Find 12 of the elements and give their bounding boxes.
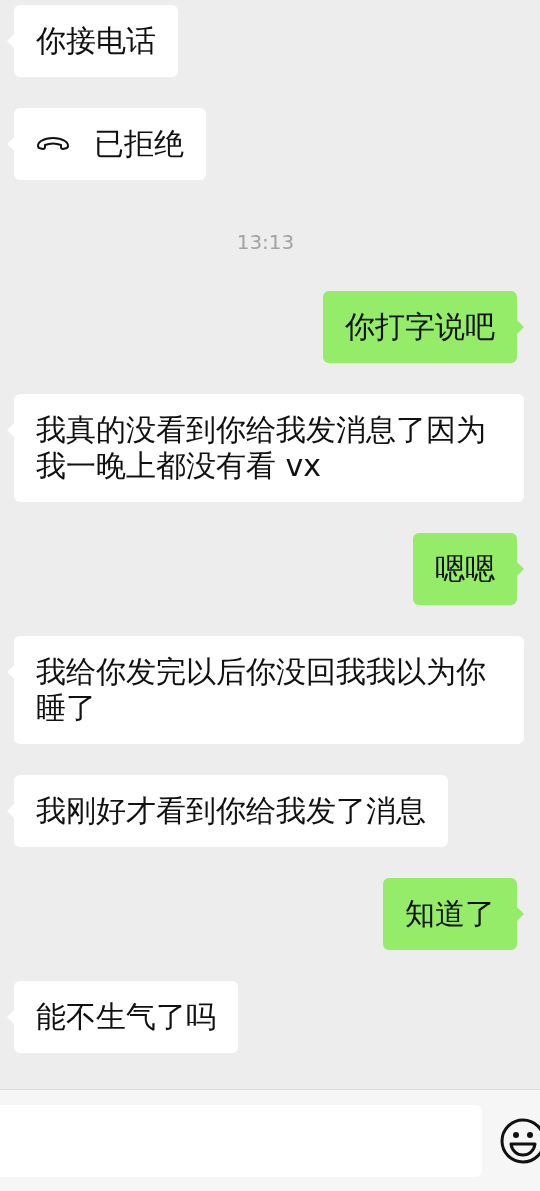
phone-hangup-icon	[36, 136, 70, 152]
message-bubble: 我给你发完以后你没回我我以为你睡了	[14, 636, 524, 744]
emoji-icon[interactable]	[500, 1117, 540, 1164]
call-record-bubble[interactable]: 已拒绝	[14, 108, 206, 180]
message-bubble: 我刚好才看到你给我发了消息	[14, 775, 448, 847]
message-timestamp: 13:13	[236, 231, 295, 253]
message-bubble: 你打字说吧	[323, 291, 517, 363]
message-bubble: 你接电话	[14, 5, 178, 77]
message-bubble: 我真的没看到你给我发消息了因为我一晚上都没有看 vx	[14, 394, 524, 502]
message-bubble: 能不生气了吗	[14, 981, 238, 1053]
message-bubble: 知道了	[383, 878, 517, 950]
message-bubble: 嗯嗯	[413, 533, 517, 605]
